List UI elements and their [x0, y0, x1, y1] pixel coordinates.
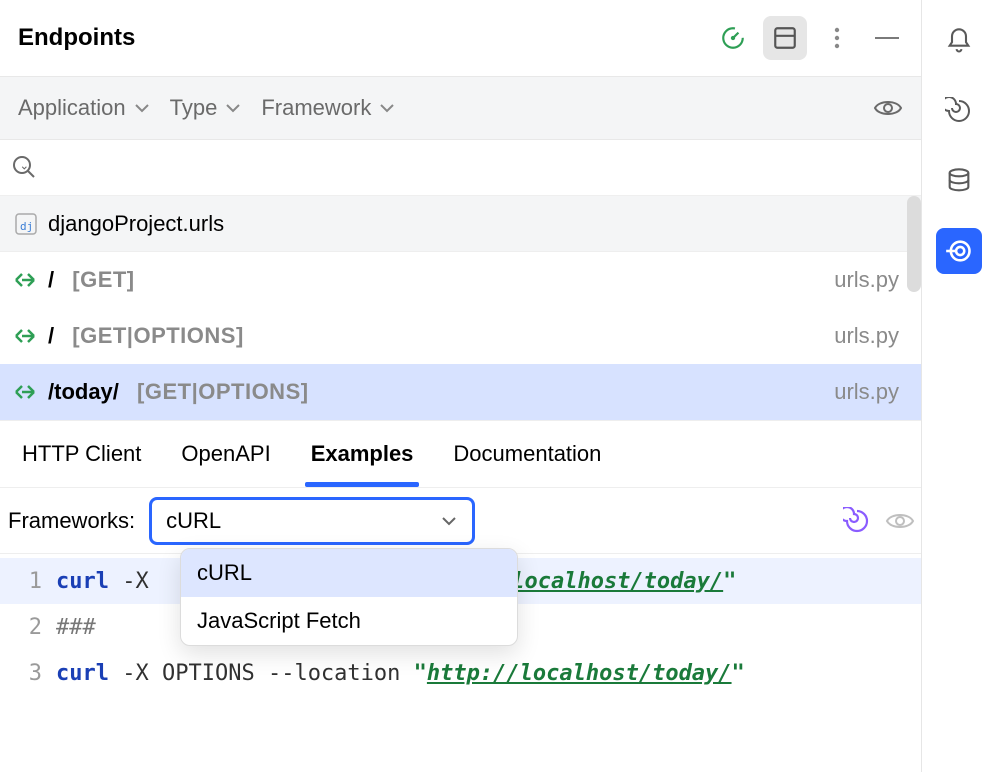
type-filter-label: Type: [170, 95, 218, 121]
endpoint-icon: [14, 271, 36, 289]
endpoint-file: urls.py: [834, 379, 907, 405]
tab-http-client[interactable]: HTTP Client: [22, 423, 141, 485]
framework-select-value: cURL: [166, 508, 440, 534]
endpoint-file: urls.py: [834, 267, 907, 293]
meter-icon-button[interactable]: [711, 16, 755, 60]
visibility-icon[interactable]: [885, 510, 915, 532]
endpoint-path: /: [48, 267, 54, 293]
endpoint-methods: [GET|OPTIONS]: [72, 323, 244, 349]
endpoint-icon: [14, 383, 36, 401]
application-filter[interactable]: Application: [18, 95, 150, 121]
type-filter[interactable]: Type: [170, 95, 242, 121]
search-icon[interactable]: [10, 153, 40, 183]
framework-option-jsfetch[interactable]: JavaScript Fetch: [181, 597, 517, 645]
framework-select[interactable]: cURL: [149, 497, 475, 545]
endpoint-methods: [GET]: [72, 267, 134, 293]
endpoint-file: urls.py: [834, 323, 907, 349]
endpoint-row[interactable]: / [GET|OPTIONS] urls.py: [0, 308, 921, 364]
layout-icon-button[interactable]: [763, 16, 807, 60]
framework-filter[interactable]: Framework: [261, 95, 395, 121]
framework-dropdown: cURL JavaScript Fetch: [180, 548, 518, 646]
frameworks-label: Frameworks:: [8, 508, 135, 534]
endpoint-methods: [GET|OPTIONS]: [137, 379, 309, 405]
more-icon-button[interactable]: [815, 16, 859, 60]
endpoints-tool-icon[interactable]: [936, 228, 982, 274]
scrollbar-thumb[interactable]: [907, 196, 921, 292]
tab-openapi[interactable]: OpenAPI: [181, 423, 270, 485]
notifications-icon[interactable]: [936, 18, 982, 64]
panel-title: Endpoints: [18, 24, 711, 52]
database-icon[interactable]: [936, 158, 982, 204]
endpoint-row[interactable]: /today/ [GET|OPTIONS] urls.py: [0, 364, 921, 420]
group-label: djangoProject.urls: [48, 211, 224, 237]
endpoint-icon: [14, 327, 36, 345]
application-filter-label: Application: [18, 95, 126, 121]
endpoint-group-header[interactable]: dj djangoProject.urls: [0, 196, 921, 252]
minimize-button[interactable]: [875, 37, 899, 39]
chevron-down-icon: [440, 515, 458, 527]
framework-option-curl[interactable]: cURL: [181, 549, 517, 597]
tab-examples[interactable]: Examples: [311, 423, 414, 485]
code-line: 3 curl -X OPTIONS --location "http://loc…: [0, 650, 921, 696]
line-number: 2: [0, 615, 56, 640]
spiral-tool-icon[interactable]: [936, 88, 982, 134]
tab-documentation[interactable]: Documentation: [453, 423, 601, 485]
spiral-icon[interactable]: [843, 507, 871, 535]
endpoint-row[interactable]: / [GET] urls.py: [0, 252, 921, 308]
line-number: 3: [0, 661, 56, 686]
endpoint-path: /today/: [48, 379, 119, 405]
endpoint-path: /: [48, 323, 54, 349]
visibility-icon[interactable]: [873, 97, 903, 119]
framework-filter-label: Framework: [261, 95, 371, 121]
line-number: 1: [0, 569, 56, 594]
svg-text:dj: dj: [20, 220, 33, 233]
django-file-icon: dj: [14, 212, 38, 236]
